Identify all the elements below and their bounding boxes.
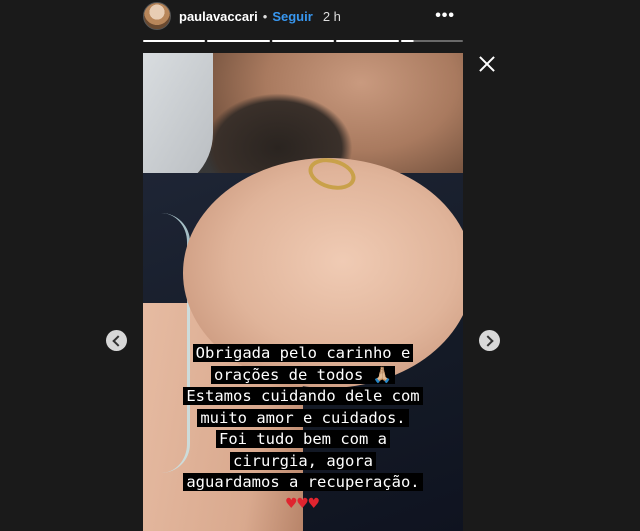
story-header: paulavaccari • Seguir 2 h ••• <box>143 0 463 32</box>
caption-line: orações de todos 🙏🏼 <box>143 365 463 387</box>
previous-story-button[interactable] <box>106 330 127 351</box>
next-story-button[interactable] <box>479 330 500 351</box>
caption-line: Obrigada pelo carinho e <box>143 343 463 365</box>
story-caption: Obrigada pelo carinho e orações de todos… <box>143 343 463 515</box>
chevron-left-icon <box>112 334 124 347</box>
post-time: 2 h <box>322 8 341 24</box>
story-media[interactable]: Obrigada pelo carinho e orações de todos… <box>143 53 463 531</box>
username[interactable]: paulavaccari <box>179 9 258 24</box>
avatar[interactable] <box>143 2 171 30</box>
caption-line: Estamos cuidando dele com <box>143 386 463 408</box>
progress-segment <box>143 40 206 42</box>
follow-button[interactable]: Seguir <box>272 9 312 24</box>
caption-line: cirurgia, agora <box>143 451 463 473</box>
story-progress-bar <box>143 40 464 43</box>
chevron-right-icon <box>482 334 494 347</box>
separator-dot: • <box>262 8 268 24</box>
progress-segment <box>271 40 335 42</box>
more-options-icon[interactable]: ••• <box>435 7 455 25</box>
caption-line: muito amor e cuidados. <box>143 408 463 430</box>
caption-line: Foi tudo bem com a <box>143 429 463 451</box>
heart-emojis: ♥♥♥ <box>286 493 320 514</box>
progress-segment <box>336 40 399 42</box>
progress-segment-current <box>400 40 464 42</box>
caption-line: aguardamos a recuperação. <box>143 472 463 494</box>
progress-segment <box>207 40 270 42</box>
close-icon[interactable] <box>478 55 496 73</box>
